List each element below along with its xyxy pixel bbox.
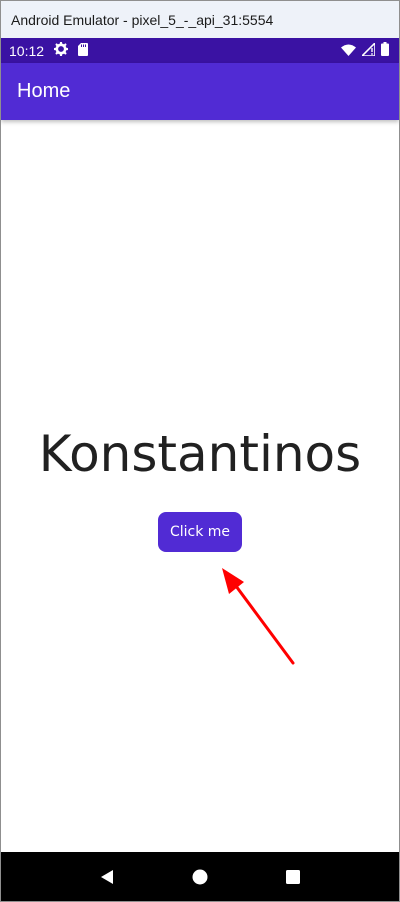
device-screen: 10:12 Home Konstantinos Click me bbox=[1, 38, 399, 901]
navigation-bar bbox=[1, 852, 399, 901]
name-label: Konstantinos bbox=[38, 425, 362, 483]
app-bar: Home bbox=[1, 63, 399, 120]
battery-icon bbox=[381, 42, 389, 59]
sd-card-icon bbox=[78, 42, 89, 59]
click-me-button[interactable]: Click me bbox=[158, 512, 242, 552]
status-bar-left: 10:12 bbox=[9, 41, 89, 59]
home-icon bbox=[192, 869, 208, 884]
status-time: 10:12 bbox=[9, 42, 45, 59]
back-button[interactable] bbox=[95, 865, 119, 889]
home-button[interactable] bbox=[188, 865, 212, 889]
settings-icon bbox=[53, 41, 69, 59]
back-icon bbox=[101, 869, 114, 884]
annotation-arrow bbox=[222, 568, 295, 665]
main-content: Konstantinos Click me bbox=[1, 120, 399, 852]
signal-icon bbox=[360, 40, 376, 59]
recents-button[interactable] bbox=[281, 865, 305, 889]
recents-icon bbox=[285, 869, 300, 884]
window-title: Android Emulator - pixel_5_-_api_31:5554 bbox=[11, 11, 274, 28]
page-title: Home bbox=[17, 80, 71, 102]
status-bar: 10:12 bbox=[1, 38, 399, 63]
window-titlebar[interactable]: Android Emulator - pixel_5_-_api_31:5554 bbox=[1, 1, 399, 38]
emulator-window: Android Emulator - pixel_5_-_api_31:5554… bbox=[0, 0, 400, 902]
status-bar-right bbox=[341, 40, 389, 59]
wifi-icon bbox=[341, 43, 356, 59]
